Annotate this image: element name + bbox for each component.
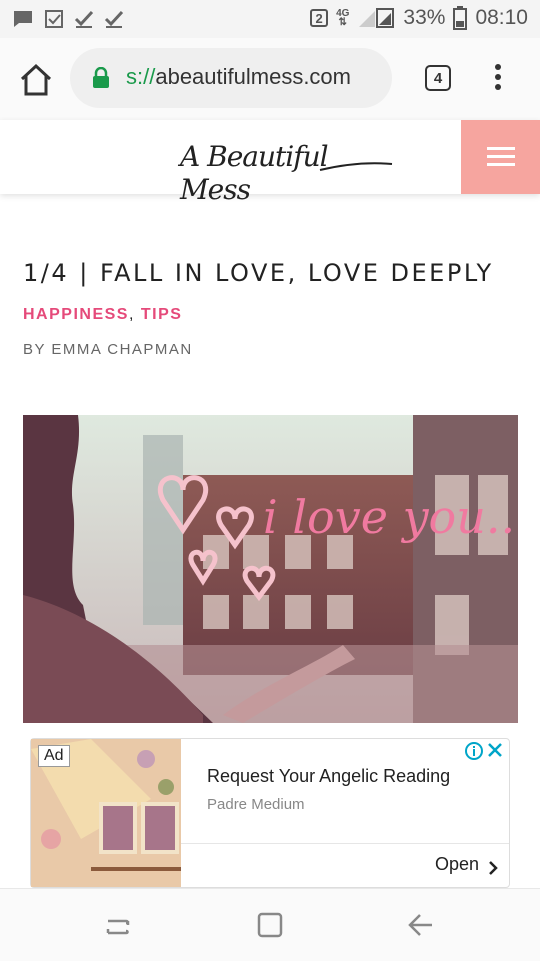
browser-toolbar: s://abeautifulmess.com 4 — [0, 38, 540, 120]
ad-banner[interactable]: Ad Request Your Angelic Reading Padre Me… — [30, 738, 510, 888]
hamburger-menu-button[interactable] — [461, 120, 540, 194]
recent-apps-icon[interactable] — [104, 913, 132, 941]
lock-icon — [93, 67, 109, 88]
ad-open-button[interactable]: Open — [435, 854, 479, 875]
signal-icon — [359, 8, 395, 28]
article-title: 1/4 | FALL IN LOVE, LOVE DEEPLY — [23, 259, 494, 287]
home-icon[interactable] — [18, 62, 54, 98]
hero-window-text: i love you... — [263, 490, 518, 544]
url-text: s://abeautifulmess.com — [126, 64, 351, 90]
url-scheme: s:// — [126, 64, 156, 89]
network-type: 4G — [336, 8, 350, 19]
category-link-tips[interactable]: TIPS — [141, 306, 183, 323]
check-icon — [104, 10, 124, 28]
site-logo[interactable]: A Beautiful Mess — [170, 134, 400, 206]
back-icon[interactable] — [406, 911, 434, 939]
ad-divider — [181, 843, 509, 844]
system-nav-bar — [0, 888, 540, 961]
category-separator: , — [128, 306, 135, 323]
chevron-right-icon[interactable] — [487, 859, 499, 877]
category-link-happiness[interactable]: HAPPINESS — [23, 306, 129, 323]
tab-switcher-button[interactable]: 4 — [425, 65, 451, 91]
system-status: 2 4G ⇅ 33% 08:10 — [310, 6, 528, 30]
notification-icons — [12, 9, 124, 29]
url-bar[interactable]: s://abeautifulmess.com — [70, 48, 392, 108]
hero-image: i love you... — [23, 415, 518, 723]
home-nav-icon[interactable] — [256, 911, 284, 939]
battery-icon — [453, 6, 468, 30]
info-icon[interactable] — [465, 742, 483, 760]
overflow-menu-icon[interactable] — [488, 64, 508, 94]
article-categories: HAPPINESS, TIPS — [23, 306, 518, 324]
hero-illustration: i love you... — [23, 415, 518, 723]
site-header: A Beautiful Mess — [0, 120, 540, 206]
network-indicator: 4G ⇅ — [336, 8, 350, 28]
checkbox-icon — [45, 10, 63, 28]
message-icon — [14, 11, 32, 27]
close-icon[interactable] — [487, 742, 503, 758]
battery-percent: 33% — [403, 6, 446, 29]
check-icon — [74, 10, 94, 28]
sim-badge: 2 — [310, 9, 329, 27]
url-host: abeautifulmess.com — [155, 64, 351, 89]
ad-badge: Ad — [38, 745, 70, 767]
logo-wordmark: A Beautiful Mess — [180, 140, 329, 206]
ad-advertiser: Padre Medium — [207, 796, 305, 813]
article-byline: BY EMMA CHAPMAN — [23, 341, 193, 358]
clock: 08:10 — [475, 6, 528, 29]
status-bar: 2 4G ⇅ 33% 08:10 — [0, 0, 540, 38]
ad-title[interactable]: Request Your Angelic Reading — [207, 766, 450, 787]
article-header: 1/4 | FALL IN LOVE, LOVE DEEPLY HAPPINES… — [23, 254, 518, 358]
